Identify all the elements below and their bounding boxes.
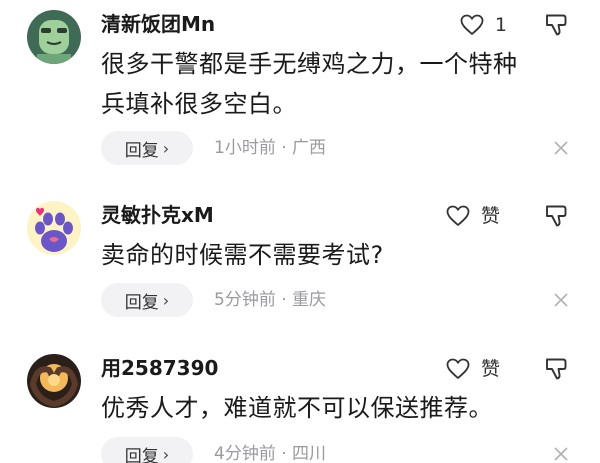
- reply-button[interactable]: 回复 ›: [101, 131, 193, 165]
- comment-text: 优秀人才，难道就不可以保送推荐。: [101, 388, 571, 428]
- close-icon[interactable]: [551, 290, 571, 310]
- username[interactable]: 用2587390: [101, 354, 218, 382]
- chevron-right-icon: ›: [162, 138, 170, 158]
- paw-avatar-icon: [27, 201, 81, 255]
- username[interactable]: 灵敏扑克xM: [101, 201, 214, 229]
- comment-text: 很多干警都是手无缚鸡之力，一个特种 兵填补很多空白。: [101, 44, 571, 124]
- like-button[interactable]: 1: [459, 12, 507, 38]
- comment-meta: 5分钟前 · 重庆: [214, 290, 327, 310]
- comment-line: 兵填补很多空白。: [101, 90, 297, 118]
- comment-item: 清新饭团Mn 1 很多干警都是手无缚鸡之力，一个特种 兵填补很多空白。 回复 ›…: [0, 10, 600, 170]
- comment-line: 优秀人才，难道就不可以保送推荐。: [101, 394, 493, 422]
- reply-button[interactable]: 回复 ›: [101, 283, 193, 317]
- heart-hands-avatar-icon: [27, 354, 81, 408]
- like-label: 赞: [480, 358, 500, 380]
- comment-meta: 1小时前 · 广西: [214, 138, 327, 158]
- comment-text: 卖命的时候需不需要考试?: [101, 235, 571, 275]
- comment-line: 很多干警都是手无缚鸡之力，一个特种: [101, 50, 518, 78]
- avatar[interactable]: [27, 10, 81, 64]
- reply-label: 回复: [124, 292, 159, 313]
- comment-item: 用2587390 赞 优秀人才，难道就不可以保送推荐。 回复 › 4分钟前 · …: [0, 354, 600, 463]
- close-icon[interactable]: [551, 138, 571, 158]
- heart-icon: [446, 205, 470, 226]
- like-label: 赞: [480, 205, 500, 227]
- green-cartoon-avatar-icon: [27, 10, 81, 64]
- thumbs-down-icon[interactable]: [543, 203, 569, 229]
- reply-button[interactable]: 回复 ›: [101, 437, 193, 463]
- like-count: 1: [494, 14, 507, 36]
- chevron-right-icon: ›: [162, 444, 170, 463]
- chevron-right-icon: ›: [162, 290, 170, 310]
- comment-line: 卖命的时候需不需要考试?: [101, 241, 384, 269]
- like-button[interactable]: 赞: [445, 356, 500, 382]
- comment-item: 灵敏扑克xM 赞 卖命的时候需不需要考试? 回复 › 5分钟前 · 重庆: [0, 201, 600, 331]
- username[interactable]: 清新饭团Mn: [101, 10, 215, 38]
- comment-meta: 4分钟前 · 四川: [214, 444, 327, 463]
- reply-label: 回复: [124, 446, 159, 463]
- thumbs-down-icon[interactable]: [543, 356, 569, 382]
- reply-label: 回复: [124, 140, 159, 161]
- avatar[interactable]: [27, 201, 81, 255]
- heart-icon: [460, 14, 484, 35]
- heart-icon: [446, 358, 470, 379]
- avatar[interactable]: [27, 354, 81, 408]
- like-button[interactable]: 赞: [445, 203, 500, 229]
- thumbs-down-icon[interactable]: [543, 12, 569, 38]
- close-icon[interactable]: [551, 444, 571, 463]
